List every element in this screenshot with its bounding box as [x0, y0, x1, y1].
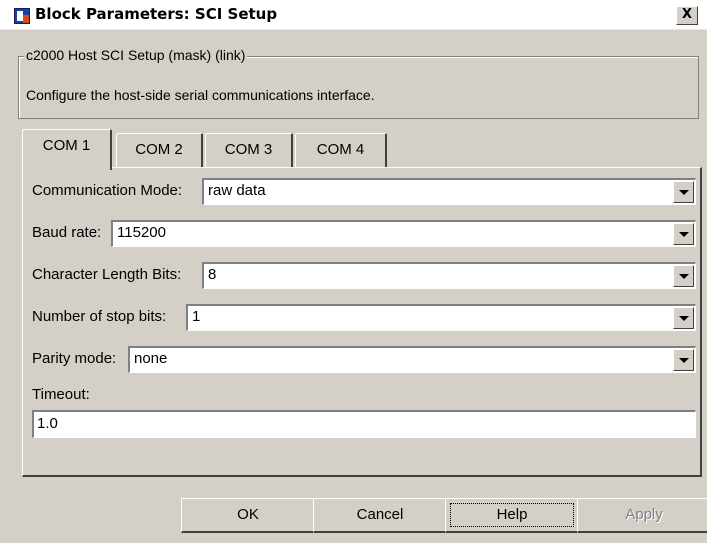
block-description: Configure the host-side serial communica… [26, 87, 375, 103]
close-button[interactable]: X [676, 6, 698, 25]
tab-com-1[interactable]: COM 1 [22, 129, 112, 170]
focus-ring [450, 503, 574, 527]
close-icon: X [681, 7, 693, 22]
tab-panel-com-1 [22, 167, 702, 477]
group-legend: c2000 Host SCI Setup (mask) (link) [24, 47, 248, 63]
apply-button[interactable]: Apply [577, 498, 707, 533]
help-button[interactable]: Help [445, 498, 580, 533]
window-title: Block Parameters: SCI Setup [35, 5, 278, 23]
simulink-block-icon [14, 8, 30, 24]
block-parameters-dialog: Block Parameters: SCI Setup X c2000 Host… [0, 0, 707, 543]
ok-button[interactable]: OK [181, 498, 316, 533]
cancel-button[interactable]: Cancel [313, 498, 448, 533]
title-bar: Block Parameters: SCI Setup X [0, 0, 707, 30]
tab-com-3[interactable]: COM 3 [205, 133, 293, 168]
tab-com-2[interactable]: COM 2 [116, 133, 203, 168]
tab-com-4[interactable]: COM 4 [295, 133, 387, 168]
